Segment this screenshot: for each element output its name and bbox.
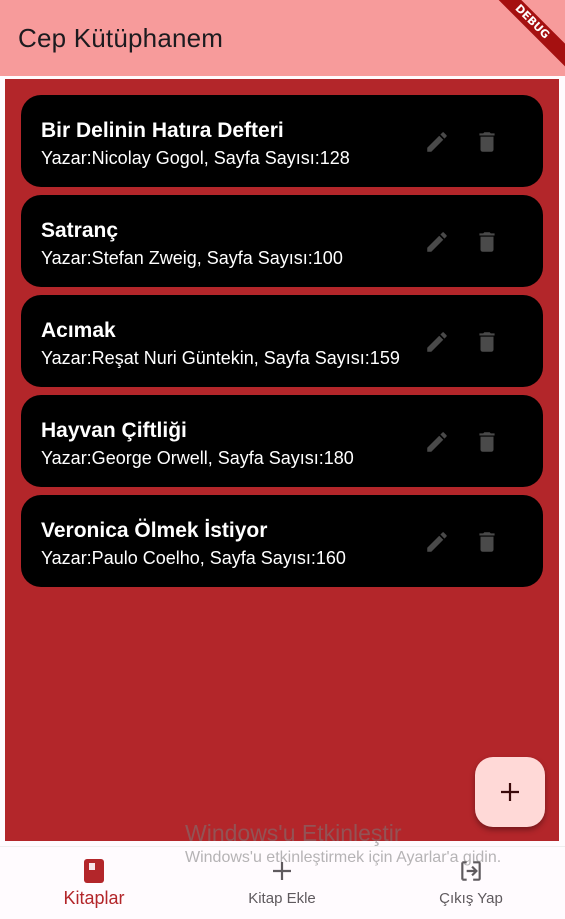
book-title: Bir Delinin Hatıra Defteri	[41, 119, 284, 142]
book-subtitle: Yazar:Reşat Nuri Güntekin, Sayfa Sayısı:…	[41, 348, 400, 368]
delete-button[interactable]	[472, 527, 502, 557]
book-subtitle: Yazar:Paulo Coelho, Sayfa Sayısı:160	[41, 548, 346, 568]
book-card[interactable]: Veronica Ölmek İstiyor Yazar:Paulo Coelh…	[21, 495, 543, 587]
book-title: Acımak	[41, 319, 116, 342]
book-list[interactable]: Bir Delinin Hatıra Defteri Yazar:Nicolay…	[5, 79, 559, 841]
edit-button[interactable]	[422, 227, 452, 257]
nav-label: Kitaplar	[63, 888, 125, 908]
delete-button[interactable]	[472, 327, 502, 357]
add-book-fab[interactable]	[475, 757, 545, 827]
app-title: Cep Kütüphanem	[18, 22, 224, 53]
debug-banner: DEBUG	[495, 0, 565, 70]
pencil-icon	[427, 432, 447, 452]
bottom-navigation: Kitaplar Kitap Ekle Çıkış Yap	[0, 846, 565, 919]
book-subtitle: Yazar:George Orwell, Sayfa Sayısı:180	[41, 448, 354, 468]
book-subtitle: Yazar:Stefan Zweig, Sayfa Sayısı:100	[41, 248, 343, 268]
trash-icon	[479, 432, 495, 452]
book-card[interactable]: Hayvan Çiftliği Yazar:George Orwell, Say…	[21, 395, 543, 487]
plus-icon	[501, 783, 519, 801]
book-card[interactable]: Acımak Yazar:Reşat Nuri Güntekin, Sayfa …	[21, 295, 543, 387]
edit-button[interactable]	[422, 327, 452, 357]
book-card[interactable]: Satranç Yazar:Stefan Zweig, Sayfa Sayısı…	[21, 195, 543, 287]
delete-button[interactable]	[472, 227, 502, 257]
book-title: Veronica Ölmek İstiyor	[41, 519, 268, 542]
exit-icon	[457, 857, 485, 885]
book-card[interactable]: Bir Delinin Hatıra Defteri Yazar:Nicolay…	[21, 95, 543, 187]
nav-item-kitap-ekle[interactable]: Kitap Ekle	[188, 847, 376, 919]
book-title: Satranç	[41, 219, 119, 242]
pencil-icon	[427, 532, 447, 552]
delete-button[interactable]	[472, 427, 502, 457]
nav-item-kitaplar[interactable]: Kitaplar	[0, 847, 188, 919]
book-title: Hayvan Çiftliği	[41, 419, 187, 442]
nav-item-cikis-yap[interactable]: Çıkış Yap	[377, 847, 565, 919]
trash-icon	[479, 532, 495, 552]
trash-icon	[479, 132, 495, 152]
book-icon	[80, 857, 108, 885]
book-subtitle: Yazar:Nicolay Gogol, Sayfa Sayısı:128	[41, 148, 350, 168]
pencil-icon	[427, 332, 447, 352]
delete-button[interactable]	[472, 127, 502, 157]
debug-label: DEBUG	[495, 0, 565, 67]
trash-icon	[479, 232, 495, 252]
pencil-icon	[427, 132, 447, 152]
nav-label: Çıkış Yap	[439, 890, 503, 907]
nav-label: Kitap Ekle	[248, 890, 316, 907]
edit-button[interactable]	[422, 127, 452, 157]
pencil-icon	[427, 232, 447, 252]
edit-button[interactable]	[422, 427, 452, 457]
edit-button[interactable]	[422, 527, 452, 557]
trash-icon	[479, 332, 495, 352]
plus-icon	[268, 857, 296, 885]
app-bar: Cep Kütüphanem DEBUG	[0, 0, 565, 76]
